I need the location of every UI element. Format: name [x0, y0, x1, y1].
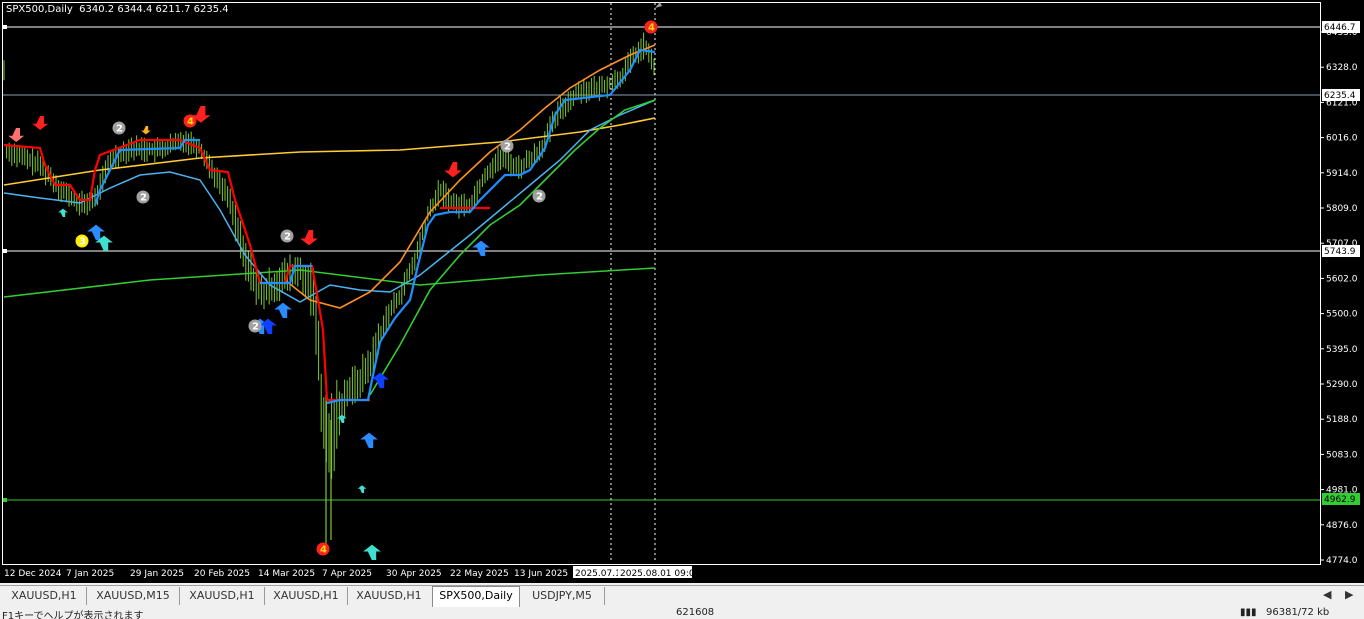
- buy-arrow-icon: [337, 414, 347, 423]
- sell-arrow-icon: [141, 126, 151, 135]
- date-tick-label: 14 Mar 2025: [258, 569, 315, 579]
- tab-xauusd-m15[interactable]: XAUUSD,M15: [87, 587, 180, 605]
- sell-arrow-icon: [300, 230, 318, 246]
- tab-spx500-daily[interactable]: SPX500,Daily: [432, 586, 520, 607]
- signal-4-badge: 4: [187, 117, 194, 128]
- symbol-info: SPX500,Daily 6340.2 6344.4 6211.7 6235.4: [6, 4, 229, 15]
- date-tick-label: 22 May 2025: [450, 569, 509, 579]
- signal-2-badge: 2: [536, 192, 543, 203]
- tab-xauusd-h1-1[interactable]: XAUUSD,H1: [2, 587, 87, 605]
- status-code: 621608: [676, 607, 715, 618]
- price-tick-label: 5083.0: [1326, 450, 1358, 460]
- level-handle-lower: [3, 498, 7, 502]
- ma-skyblue-line: [3, 99, 656, 303]
- signal-3-badge: 3: [79, 237, 86, 248]
- middle-level-label: 5743.9: [1324, 247, 1356, 257]
- buy-arrow-icon: [472, 240, 490, 256]
- trend-red-line: [3, 138, 370, 402]
- price-tick-label: 4876.0: [1326, 521, 1358, 531]
- date-tick-label: 2025.08.01 09:00: [620, 569, 701, 579]
- buy-arrow-icon: [58, 208, 68, 217]
- level-handle-upper: [3, 25, 7, 29]
- date-tick-label: 20 Feb 2025: [194, 569, 250, 579]
- signal-2-badge: 2: [116, 124, 123, 135]
- status-traffic: 96381/72 kb: [1266, 607, 1330, 618]
- tab-usdjpy-m5[interactable]: USDJPY,M5: [520, 587, 605, 605]
- signal-4-badge: 4: [648, 23, 655, 34]
- signal-4-badge: 4: [320, 545, 327, 556]
- buy-arrow-icon: [357, 485, 367, 493]
- tab-scroll-left-icon[interactable]: ◀: [1323, 588, 1331, 601]
- lower-level-label: 4962.9: [1324, 495, 1356, 505]
- plot-frame: [2, 2, 1321, 565]
- sell-arrow-icon: [8, 128, 25, 142]
- tab-xauusd-h1-2[interactable]: XAUUSD,H1: [180, 587, 265, 605]
- date-tick-label: 30 Apr 2025: [386, 569, 442, 579]
- connection-bars-icon: ▮▮▮: [1240, 607, 1257, 618]
- signal-2-badge: 2: [504, 142, 511, 153]
- upper-level-label: 6446.7: [1324, 23, 1356, 33]
- current-price-label: 6235.4: [1324, 91, 1356, 101]
- status-bar: F1キーでヘルプが表示されます 621608 ▮▮▮ 96381/72 kb: [0, 607, 1364, 619]
- chart-tab-bar: XAUUSD,H1 XAUUSD,M15 XAUUSD,H1 XAUUSD,H1…: [0, 585, 1364, 608]
- ma-long-green-line: [3, 267, 656, 298]
- tab-xauusd-h1-3[interactable]: XAUUSD,H1: [265, 587, 348, 605]
- status-help-text: F1キーでヘルプが表示されます: [2, 611, 144, 619]
- buy-arrow-icon: [274, 302, 292, 318]
- signal-2-badge: 2: [140, 193, 147, 204]
- date-tick-label: 7 Apr 2025: [322, 569, 372, 579]
- price-tick-label: 5500.0: [1326, 310, 1358, 320]
- price-tick-label: 6016.0: [1326, 134, 1358, 144]
- price-tick-label: 6328.0: [1326, 63, 1358, 73]
- price-tick-label: 5290.0: [1326, 380, 1358, 390]
- price-chart[interactable]: 6433.06328.06121.06016.05914.05809.05707…: [0, 0, 1364, 583]
- ohlc-values: 6340.2 6344.4 6211.7 6235.4: [79, 4, 229, 15]
- chart-area[interactable]: 6433.06328.06121.06016.05914.05809.05707…: [0, 0, 1364, 583]
- signal-2-badge: 2: [284, 232, 291, 243]
- date-tick-label: 7 Jan 2025: [66, 569, 114, 579]
- price-tick-label: 5914.0: [1326, 169, 1358, 179]
- date-tick-label: 2025.07.1: [575, 569, 621, 579]
- price-tick-label: 5809.0: [1326, 204, 1358, 214]
- sell-arrow-icon: [32, 116, 49, 130]
- price-tick-label: 4774.0: [1326, 556, 1358, 566]
- date-tick-label: 29 Jan 2025: [130, 569, 184, 579]
- symbol-name: SPX500,Daily: [6, 4, 73, 15]
- buy-arrow-icon: [360, 432, 378, 448]
- price-tick-label: 5395.0: [1326, 345, 1358, 355]
- tab-xauusd-h1-4[interactable]: XAUUSD,H1: [348, 587, 430, 605]
- price-tick-label: 5188.0: [1326, 415, 1358, 425]
- buy-arrow-icon: [363, 544, 381, 560]
- ma-yellow-line: [3, 117, 656, 186]
- price-tick-label: 5602.0: [1326, 274, 1358, 284]
- date-tick-label: 13 Jun 2025: [514, 569, 568, 579]
- signal-2-badge: 2: [252, 322, 259, 333]
- date-tick-label: 12 Dec 2024: [4, 569, 62, 579]
- sell-arrow-icon: [444, 162, 462, 178]
- tab-scroll-right-icon[interactable]: ▶: [1345, 588, 1353, 601]
- level-handle-middle: [3, 249, 7, 253]
